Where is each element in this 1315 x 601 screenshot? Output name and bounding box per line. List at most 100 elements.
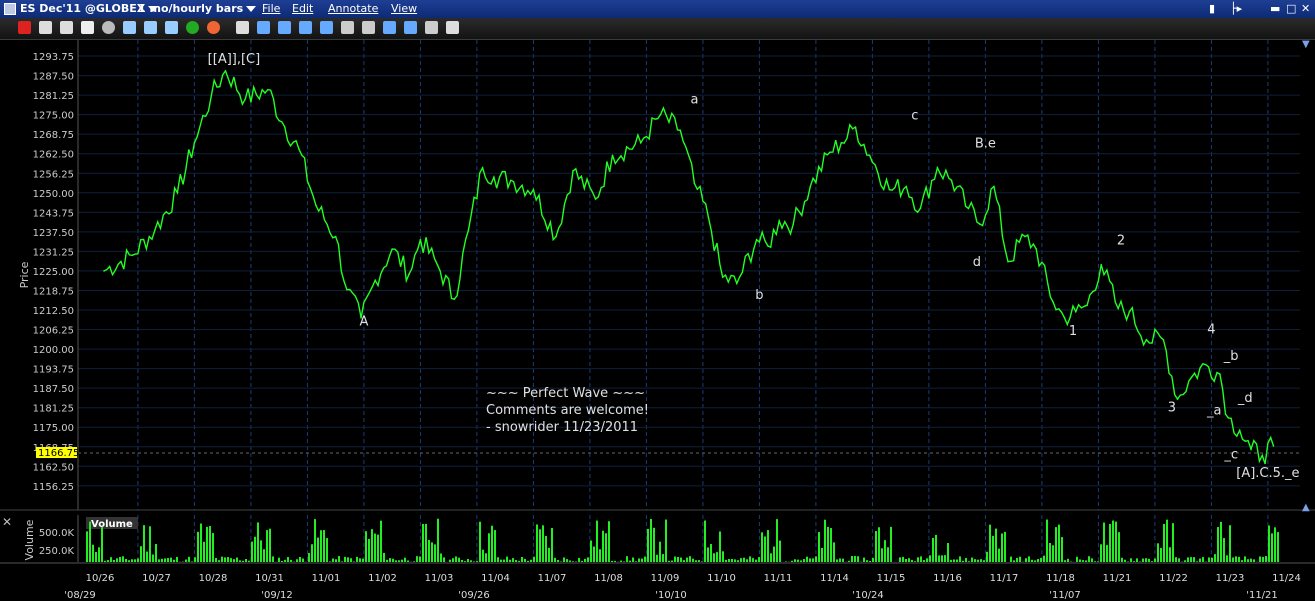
- wave-label: _b: [1223, 349, 1239, 364]
- volume-bar: [833, 542, 835, 562]
- price-point: [1075, 310, 1077, 313]
- volume-bar: [284, 559, 286, 562]
- volume-bar: [524, 558, 526, 562]
- volume-bar: [569, 560, 571, 562]
- fib-icon[interactable]: [341, 21, 354, 34]
- volume-bar: [143, 525, 145, 562]
- volume-bar: [116, 558, 118, 562]
- table-icon[interactable]: [165, 21, 178, 34]
- volume-bar: [245, 558, 247, 562]
- menu-edit[interactable]: Edit: [292, 2, 313, 15]
- volume-bar: [554, 557, 556, 562]
- volume-bar: [830, 528, 832, 562]
- volume-bar: [1031, 559, 1033, 562]
- print-icon[interactable]: [39, 21, 52, 34]
- price-point: [905, 185, 908, 188]
- volume-bar: [1028, 556, 1030, 562]
- price-point: [1100, 263, 1103, 266]
- wrench-icon[interactable]: [425, 21, 438, 34]
- volume-bar: [314, 519, 316, 562]
- circle-icon[interactable]: [102, 21, 115, 34]
- volume-bar: [581, 560, 583, 562]
- volume-bar: [1001, 533, 1003, 562]
- grid-icon[interactable]: [60, 21, 73, 34]
- pie-icon[interactable]: [81, 21, 94, 34]
- menu-annotate[interactable]: Annotate: [328, 2, 378, 15]
- scroll-up-icon[interactable]: ▼: [1302, 40, 1310, 50]
- volume-bar: [263, 549, 265, 562]
- volume-bar: [128, 560, 130, 562]
- volume-bar: [794, 559, 796, 562]
- price-tick: 1187.50: [33, 384, 74, 395]
- volume-bar: [1226, 555, 1228, 562]
- price-point: [1052, 301, 1054, 303]
- price-point: [467, 229, 470, 232]
- volume-bar: [980, 559, 982, 562]
- price-point: [1227, 417, 1230, 419]
- volume-bar: [902, 556, 904, 562]
- volume-bar: [1124, 559, 1126, 562]
- dollar-icon[interactable]: [186, 21, 199, 34]
- period-dropdown[interactable]: 1 mo/hourly bars: [138, 2, 257, 15]
- volume-bar: [668, 560, 670, 562]
- volume-bar: [806, 556, 808, 562]
- volume-bar: [1265, 556, 1267, 562]
- collapse-icon[interactable]: ✕: [2, 515, 12, 529]
- volume-bar: [1103, 522, 1105, 562]
- price-point: [1190, 376, 1193, 379]
- volume-bar: [686, 557, 688, 562]
- refresh-icon[interactable]: [404, 21, 417, 34]
- price-tick: 1206.25: [33, 326, 74, 337]
- volume-bar: [350, 558, 352, 562]
- chevron-down-icon: [246, 6, 257, 12]
- volume-bar: [479, 521, 481, 562]
- dropdown-icon[interactable]: [446, 21, 459, 34]
- price-point: [639, 141, 642, 144]
- price-point: [510, 179, 512, 182]
- text-icon[interactable]: [257, 21, 270, 34]
- minimize-icon[interactable]: ▬: [1270, 2, 1280, 15]
- volume-bar: [653, 527, 655, 562]
- volume-bar: [1097, 561, 1099, 562]
- text-box-icon[interactable]: [278, 21, 291, 34]
- volume-bar: [671, 560, 673, 562]
- crosshair-icon[interactable]: [18, 21, 31, 34]
- undo-icon[interactable]: [299, 21, 312, 34]
- scroll-down-icon[interactable]: ▲: [1302, 502, 1310, 513]
- volume-bar: [1247, 559, 1249, 562]
- volume-bar: [1082, 560, 1084, 562]
- volume-bar: [908, 558, 910, 562]
- menu-view[interactable]: View: [391, 2, 417, 15]
- volume-bar: [800, 560, 802, 562]
- price-point: [792, 223, 795, 225]
- long-date-tick: '10/24: [852, 590, 884, 601]
- volume-bar: [563, 557, 565, 562]
- pin-icon[interactable]: ├▸: [1230, 2, 1242, 15]
- cursor-icon[interactable]: [236, 21, 249, 34]
- calc-icon[interactable]: [123, 21, 136, 34]
- menu-file[interactable]: File: [262, 2, 280, 15]
- volume-bar: [1058, 524, 1060, 562]
- volume-bar: [776, 519, 778, 562]
- split-icon[interactable]: [383, 21, 396, 34]
- close-icon[interactable]: ✕: [1301, 2, 1310, 15]
- chart-icon[interactable]: [144, 21, 157, 34]
- volume-bar: [1130, 558, 1132, 562]
- volume-bar: [905, 558, 907, 562]
- volume-bar: [374, 533, 376, 562]
- target-icon[interactable]: [207, 21, 220, 34]
- share-icon[interactable]: ▮: [1209, 2, 1215, 15]
- volume-bar: [1052, 545, 1054, 562]
- volume-bar: [857, 556, 859, 562]
- price-point: [611, 154, 614, 157]
- volume-bar: [722, 551, 724, 562]
- maximize-icon[interactable]: □: [1286, 2, 1296, 15]
- volume-bar: [470, 560, 472, 562]
- volume-bar: [425, 523, 427, 562]
- volume-bar: [1166, 519, 1168, 562]
- redo-icon[interactable]: [320, 21, 333, 34]
- wave-label: _a: [1206, 404, 1221, 419]
- lines-icon[interactable]: [362, 21, 375, 34]
- volume-bar: [968, 561, 970, 562]
- volume-bar: [779, 540, 781, 562]
